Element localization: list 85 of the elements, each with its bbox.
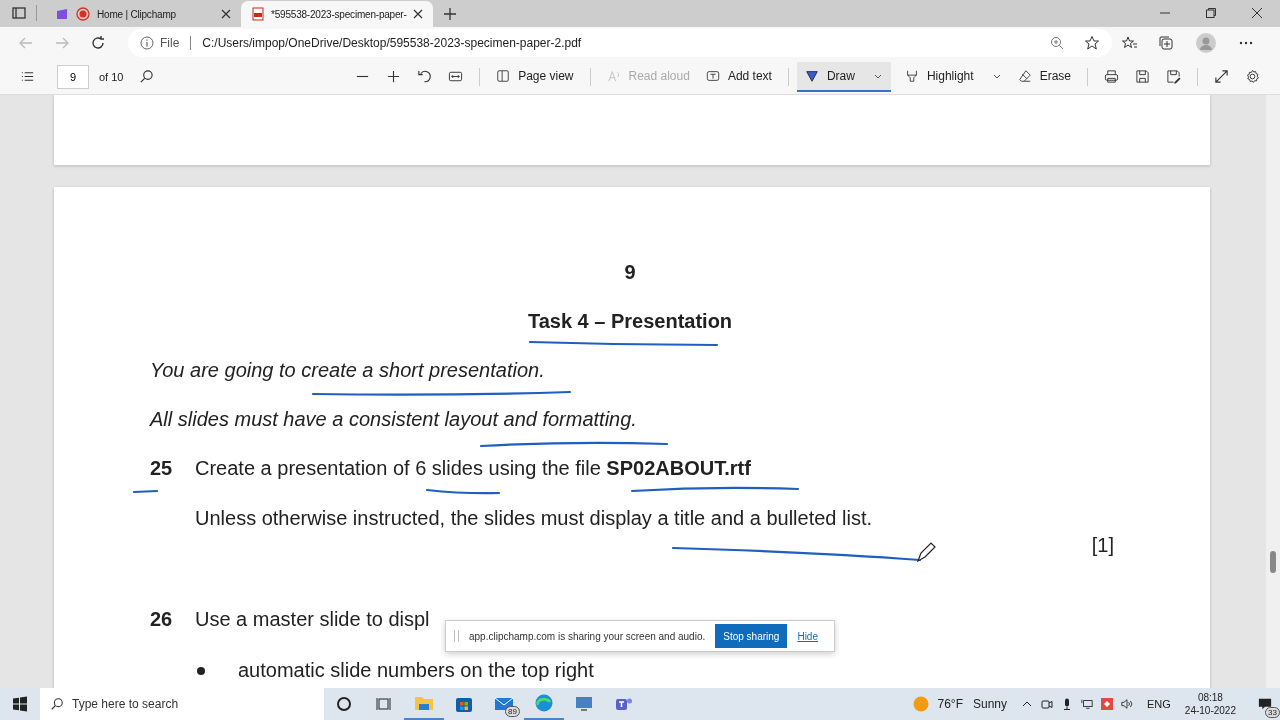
question-note: Unless otherwise instructed, the slides must display a title and a bulleted list. xyxy=(195,507,873,530)
volume-icon[interactable] xyxy=(1121,698,1133,710)
save-icon[interactable] xyxy=(1135,69,1150,84)
highlighter-icon xyxy=(904,68,919,83)
address-field[interactable]: File C:/Users/impop/OneDrive/Desktop/595538-2023-specimen-paper-2.pdf xyxy=(128,29,1112,57)
contents-icon[interactable] xyxy=(20,69,35,84)
toolbar-button[interactable]: Page view xyxy=(488,61,582,92)
pen-cursor-icon xyxy=(916,542,936,563)
pdf-file-icon xyxy=(251,7,265,21)
read-aloud-icon xyxy=(606,68,621,83)
weather-text: Sunny xyxy=(972,697,1007,711)
camera-icon[interactable] xyxy=(1041,698,1053,710)
mark-allocation: [1] xyxy=(1091,534,1114,557)
monitor-icon xyxy=(574,694,594,714)
refresh-icon[interactable] xyxy=(90,35,106,51)
question-text: Create a presentation of 6 slides using the file SP02ABOUT.rtf xyxy=(195,457,751,480)
page-number-field[interactable]: 9 xyxy=(57,64,89,89)
browser-tab[interactable]: *595538-2023-specimen-paper- xyxy=(241,1,433,27)
unread-badge: 89 xyxy=(505,706,520,717)
settings-icon[interactable] xyxy=(1245,69,1260,84)
save-as-icon[interactable] xyxy=(1166,69,1181,84)
search-icon[interactable] xyxy=(139,69,155,84)
app-tray-icon[interactable] xyxy=(1101,698,1113,710)
tab-actions-icon[interactable] xyxy=(12,6,26,20)
close-icon[interactable] xyxy=(221,9,231,19)
eraser-icon xyxy=(1017,68,1032,83)
new-tab-icon[interactable] xyxy=(442,7,457,21)
microphone-icon[interactable] xyxy=(1061,698,1073,710)
tab-title: Home | Clipchamp xyxy=(97,8,177,20)
browser-tab[interactable]: Home | Clipchamp xyxy=(45,1,241,27)
page-count: of 10 xyxy=(99,70,124,83)
toolbar-button[interactable]: Add text xyxy=(697,61,780,92)
language-indicator[interactable]: ENG xyxy=(1147,698,1171,710)
notifications-button[interactable]: 33 xyxy=(1250,688,1280,720)
app-logo-icon xyxy=(55,7,69,21)
fit-width-icon[interactable] xyxy=(448,69,464,84)
print-icon[interactable] xyxy=(1104,69,1119,84)
page-view-icon xyxy=(496,68,511,83)
notification-icon xyxy=(1258,697,1272,711)
scrollbar[interactable] xyxy=(1266,95,1280,688)
network-icon[interactable] xyxy=(1081,698,1093,710)
task-title: Task 4 – Presentation xyxy=(527,310,733,333)
stop-sharing-button[interactable]: Stop sharing xyxy=(715,624,788,648)
clock-date: 24-10-2022 xyxy=(1184,704,1236,717)
sharing-message: app.clipchamp.com is sharing your screen and audio. xyxy=(469,630,706,642)
zoom-icon[interactable] xyxy=(1050,36,1064,50)
task-view-icon[interactable] xyxy=(376,696,392,712)
question-number: 25 xyxy=(150,457,174,480)
pen-icon xyxy=(804,68,819,83)
toolbar-button[interactable]: Highlight xyxy=(896,61,1010,92)
question-number: 26 xyxy=(150,608,174,631)
question-text: Use a master slide to displ xyxy=(195,608,430,631)
hide-link[interactable]: Hide xyxy=(797,630,818,642)
toolbar-button[interactable]: Erase xyxy=(1009,61,1079,92)
restore-icon[interactable] xyxy=(1205,7,1217,19)
search-field[interactable]: Type here to search xyxy=(40,688,324,720)
avatar-icon[interactable] xyxy=(1196,33,1216,53)
page-number: 9 xyxy=(624,261,636,284)
drag-handle-icon[interactable] xyxy=(454,630,459,642)
rotate-icon[interactable] xyxy=(417,69,433,84)
zoom-in-icon[interactable] xyxy=(386,69,402,84)
tab-title: *595538-2023-specimen-paper- xyxy=(271,8,407,20)
collections-icon[interactable] xyxy=(1158,35,1174,51)
close-icon[interactable] xyxy=(412,9,423,19)
favorites-icon[interactable] xyxy=(1122,35,1138,51)
notification-badge: 33 xyxy=(1265,707,1280,718)
sun-icon xyxy=(913,696,930,712)
instruction-text: All slides must have a consistent layout and formatting. xyxy=(150,408,638,431)
toolbar-button[interactable]: Draw xyxy=(796,61,891,92)
clock-time: 08:18 xyxy=(1197,691,1223,704)
expand-icon[interactable] xyxy=(1214,69,1229,84)
taskbar-app[interactable]: 89 xyxy=(484,688,524,720)
cortana-icon[interactable] xyxy=(336,696,352,712)
text-box-icon xyxy=(705,68,720,83)
instruction-text: You are going to create a short presentation. xyxy=(150,359,546,382)
start-icon[interactable] xyxy=(12,696,28,712)
close-icon[interactable] xyxy=(1251,7,1263,19)
search-icon xyxy=(50,697,64,711)
bullet-icon xyxy=(197,666,205,675)
ink-underline xyxy=(132,489,159,494)
bullet-text: automatic slide numbers on the top right xyxy=(238,659,594,682)
temperature-text: 76°F xyxy=(937,697,963,711)
add-favorite-icon[interactable] xyxy=(1084,35,1100,51)
info-icon xyxy=(140,36,154,50)
browser-icon xyxy=(534,693,554,713)
